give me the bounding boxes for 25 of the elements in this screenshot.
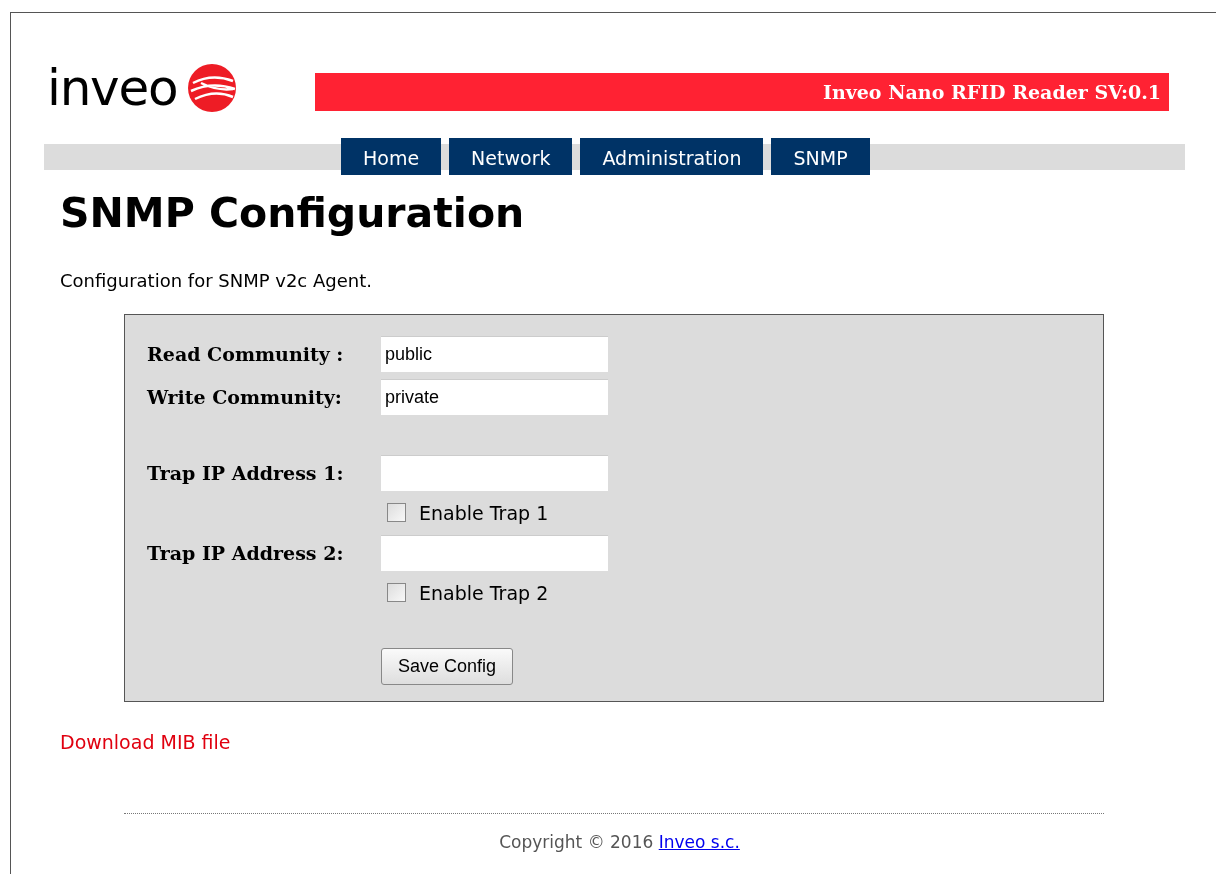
copyright-text: Copyright © 2016 Inveo s.c. [498,830,741,854]
nav-tab[interactable]: SNMP [771,138,870,175]
nav-tab[interactable]: Administration [580,138,764,175]
checkbox[interactable] [387,583,406,603]
logo-text: inveo [47,63,178,113]
checkbox-label: Enable Trap 1 [419,500,549,526]
field-label: Trap IP Address 2: [147,541,344,564]
text-field[interactable] [381,534,608,571]
download-mib-link[interactable]: Download MIB file [60,728,231,757]
field-label: Trap IP Address 1: [147,461,344,484]
page-description: Configuration for SNMP v2c Agent. [60,269,373,294]
nav-tab[interactable]: Network [449,138,573,175]
device-title: Inveo Nano RFID Reader SV:0.1 [823,79,1161,105]
field-label: Read Community : [147,342,344,365]
text-field[interactable]: private [381,378,608,415]
text-field[interactable]: public [381,335,608,372]
text-field[interactable] [381,454,608,491]
save-config-button[interactable]: Save Config [381,647,514,685]
checkbox-label: Enable Trap 2 [419,580,549,606]
logo-globe-icon [187,63,238,113]
company-link[interactable]: Inveo s.c. [658,831,740,852]
nav-tab[interactable]: Home [341,138,442,175]
field-label: Write Community: [147,385,342,408]
page-heading: SNMP Configuration [60,188,526,239]
checkbox[interactable] [387,503,406,523]
